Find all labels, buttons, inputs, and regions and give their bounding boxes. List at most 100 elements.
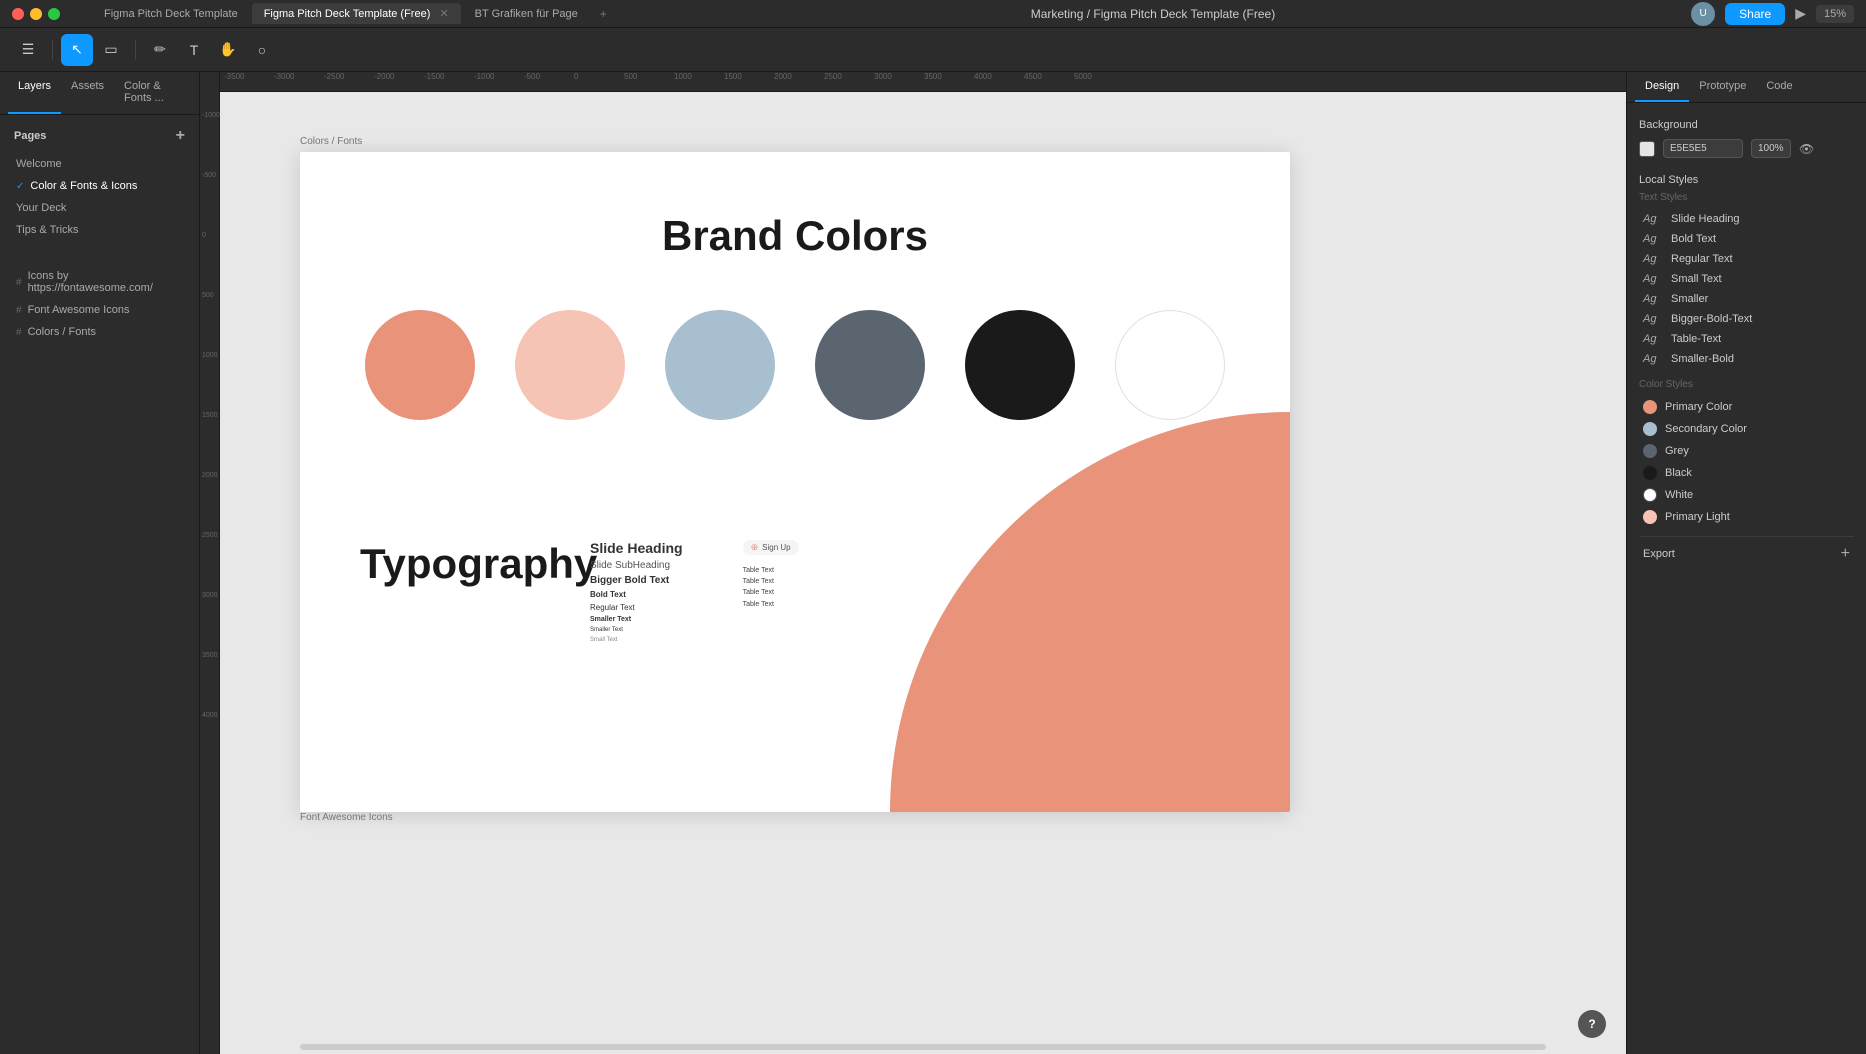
canvas-area[interactable]: -3500 -3000 -2500 -2000 -1500 -1000 -500… (200, 72, 1626, 1054)
page-item-tips[interactable]: Tips & Tricks (8, 219, 191, 241)
tab-layers[interactable]: Layers (8, 72, 61, 114)
layer-section: # Icons by https://fontawesome.com/ # Fo… (0, 257, 199, 351)
ag-icon-4: Ag (1643, 273, 1663, 285)
bg-hex-input[interactable] (1663, 139, 1743, 158)
color-primary[interactable]: Primary Color (1639, 396, 1854, 418)
add-page-button[interactable]: + (176, 127, 185, 145)
bg-opacity-input[interactable] (1751, 139, 1791, 158)
pen-tool[interactable]: ✏ (144, 34, 176, 66)
style-smaller-bold[interactable]: Ag Smaller-Bold (1639, 349, 1854, 369)
tab-figma-2[interactable]: Figma Pitch Deck Template (Free) ✕ (252, 3, 461, 24)
color-black[interactable]: Black (1639, 462, 1854, 484)
tab-prototype[interactable]: Prototype (1689, 72, 1756, 102)
style-regular-text[interactable]: Ag Regular Text (1639, 249, 1854, 269)
table-text-1: Table Text (743, 565, 799, 576)
tick: 0 (574, 72, 624, 83)
background-label: Background (1639, 119, 1854, 131)
layer-item-colors-fonts[interactable]: # Colors / Fonts (8, 321, 191, 343)
share-button[interactable]: Share (1725, 3, 1785, 25)
white-color-name: White (1665, 489, 1693, 501)
tab-assets[interactable]: Assets (61, 72, 114, 114)
style-bigger-bold[interactable]: Ag Bigger-Bold-Text (1639, 309, 1854, 329)
separator-2 (135, 40, 136, 60)
layer-item-font-awesome[interactable]: # Font Awesome Icons (8, 299, 191, 321)
tab-close-icon[interactable]: ✕ (439, 8, 448, 20)
tick: -2500 (324, 72, 374, 83)
tab-figma-1[interactable]: Figma Pitch Deck Template (92, 4, 250, 24)
tick: -3000 (274, 72, 324, 83)
circle-black (965, 310, 1075, 420)
black-color-dot (1643, 466, 1657, 480)
main-layout: Layers Assets Color & Fonts ... Pages + … (0, 72, 1866, 1054)
vtick: 2000 (202, 472, 218, 479)
bg-color-swatch[interactable] (1639, 141, 1655, 157)
grey-color-dot (1643, 444, 1657, 458)
style-slide-heading[interactable]: Ag Slide Heading (1639, 209, 1854, 229)
page-item-colors[interactable]: ✓ Color & Fonts & Icons (8, 175, 191, 197)
tab-design[interactable]: Design (1635, 72, 1689, 102)
text-tool[interactable]: T (178, 34, 210, 66)
style-small-text[interactable]: Ag Small Text (1639, 269, 1854, 289)
style-bold-text[interactable]: Ag Bold Text (1639, 229, 1854, 249)
frame-tool[interactable]: ▭ (95, 34, 127, 66)
export-label: Export (1643, 548, 1675, 560)
export-add-button[interactable]: + (1841, 545, 1850, 563)
tab-color-fonts[interactable]: Color & Fonts ... (114, 72, 191, 114)
hand-tool[interactable]: ✋ (212, 34, 244, 66)
page-item-welcome[interactable]: Welcome (8, 153, 191, 175)
style-slide-heading: Slide Heading (590, 540, 683, 556)
vtick: -500 (202, 172, 216, 179)
primary-color-name: Primary Color (1665, 401, 1732, 413)
table-text-2: Table Text (743, 576, 799, 587)
tick: 4500 (1024, 72, 1074, 83)
visibility-toggle[interactable]: 👁 (1799, 142, 1814, 156)
menu-button[interactable]: ☰ (12, 34, 44, 66)
style-regular: Regular Text (590, 603, 683, 612)
color-secondary[interactable]: Secondary Color (1639, 418, 1854, 440)
grey-color-name: Grey (1665, 445, 1689, 457)
color-grey[interactable]: Grey (1639, 440, 1854, 462)
tab-bar: Figma Pitch Deck Template Figma Pitch De… (92, 3, 615, 25)
tick: -1000 (474, 72, 524, 83)
circle-secondary (665, 310, 775, 420)
table-text-4: Table Text (743, 599, 799, 610)
style-name-5: Smaller (1671, 293, 1708, 305)
right-sidebar-tabs: Design Prototype Code (1627, 72, 1866, 103)
page-item-deck[interactable]: Your Deck (8, 197, 191, 219)
minimize-dot[interactable] (30, 8, 42, 20)
canvas-content: Colors / Fonts Brand Colors (220, 92, 1626, 1054)
ag-icon-6: Ag (1643, 313, 1663, 325)
background-row: 👁 (1639, 139, 1854, 158)
tab-code[interactable]: Code (1756, 72, 1802, 102)
text-styles-label: Text Styles (1639, 192, 1854, 203)
avatar[interactable]: U (1691, 2, 1715, 26)
add-tab-button[interactable]: + (592, 3, 615, 25)
move-tool[interactable]: ↖ (61, 34, 93, 66)
zoom-control[interactable]: 15% (1816, 5, 1854, 23)
style-table-text[interactable]: Ag Table-Text (1639, 329, 1854, 349)
ruler-ticks-h: -3500 -3000 -2500 -2000 -1500 -1000 -500… (220, 72, 1626, 83)
comment-tool[interactable]: ○ (246, 34, 278, 66)
secondary-color-dot (1643, 422, 1657, 436)
layer-item-icons[interactable]: # Icons by https://fontawesome.com/ (8, 265, 191, 299)
table-preview: Table Text Table Text Table Text Table T… (743, 565, 799, 610)
help-button[interactable]: ? (1578, 1010, 1606, 1038)
maximize-dot[interactable] (48, 8, 60, 20)
horizontal-scrollbar[interactable] (300, 1044, 1546, 1050)
vtick: 2500 (202, 532, 218, 539)
style-smaller[interactable]: Ag Smaller (1639, 289, 1854, 309)
title-bar: Figma Pitch Deck Template Figma Pitch De… (0, 0, 1866, 28)
tab-bt[interactable]: BT Grafiken für Page (463, 4, 590, 24)
close-dot[interactable] (12, 8, 24, 20)
color-primary-light[interactable]: Primary Light (1639, 506, 1854, 528)
tick: 3500 (924, 72, 974, 83)
white-color-dot (1643, 488, 1657, 502)
main-frame[interactable]: Brand Colors Typography Slide Heading (300, 152, 1290, 812)
signup-icon: ⊕ (751, 542, 759, 553)
color-white[interactable]: White (1639, 484, 1854, 506)
color-circles (360, 310, 1230, 420)
layer-grid-icon-2: # (16, 305, 22, 316)
play-button[interactable]: ▶ (1795, 5, 1806, 22)
style-name-7: Table-Text (1671, 333, 1721, 345)
pages-section: Pages + Welcome ✓ Color & Fonts & Icons … (0, 115, 199, 249)
